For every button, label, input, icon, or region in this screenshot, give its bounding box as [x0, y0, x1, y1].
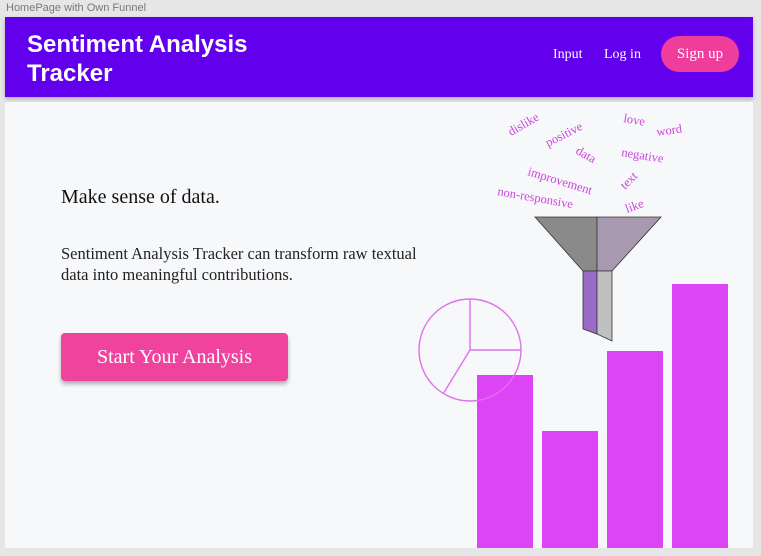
word-like: like [623, 196, 646, 216]
word-negative: negative [621, 145, 665, 166]
word-text: text [617, 169, 641, 193]
word-data: data [574, 143, 599, 166]
nav-link-login[interactable]: Log in [604, 47, 641, 63]
sentiment-illustration: dislike positive love word data negative… [418, 110, 728, 548]
app-title[interactable]: Sentiment Analysis Tracker [27, 30, 327, 88]
word-love: love [622, 111, 646, 129]
word-word: word [655, 121, 683, 139]
frame-label: HomePage with Own Funnel [6, 2, 147, 14]
bar-1 [477, 375, 533, 548]
word-dislike: dislike [506, 110, 542, 139]
hero-section: Make sense of data. Sentiment Analysis T… [5, 102, 753, 548]
bar-2 [542, 431, 598, 548]
app-header: Sentiment Analysis Tracker Input Log in … [5, 17, 753, 97]
bar-3 [607, 351, 663, 548]
bar-4 [672, 284, 728, 548]
pie-chart-icon [418, 298, 522, 402]
nav-link-input[interactable]: Input [553, 47, 583, 63]
funnel-icon [534, 216, 662, 342]
word-cloud: dislike positive love word data negative… [496, 110, 683, 216]
signup-button[interactable]: Sign up [661, 36, 739, 72]
